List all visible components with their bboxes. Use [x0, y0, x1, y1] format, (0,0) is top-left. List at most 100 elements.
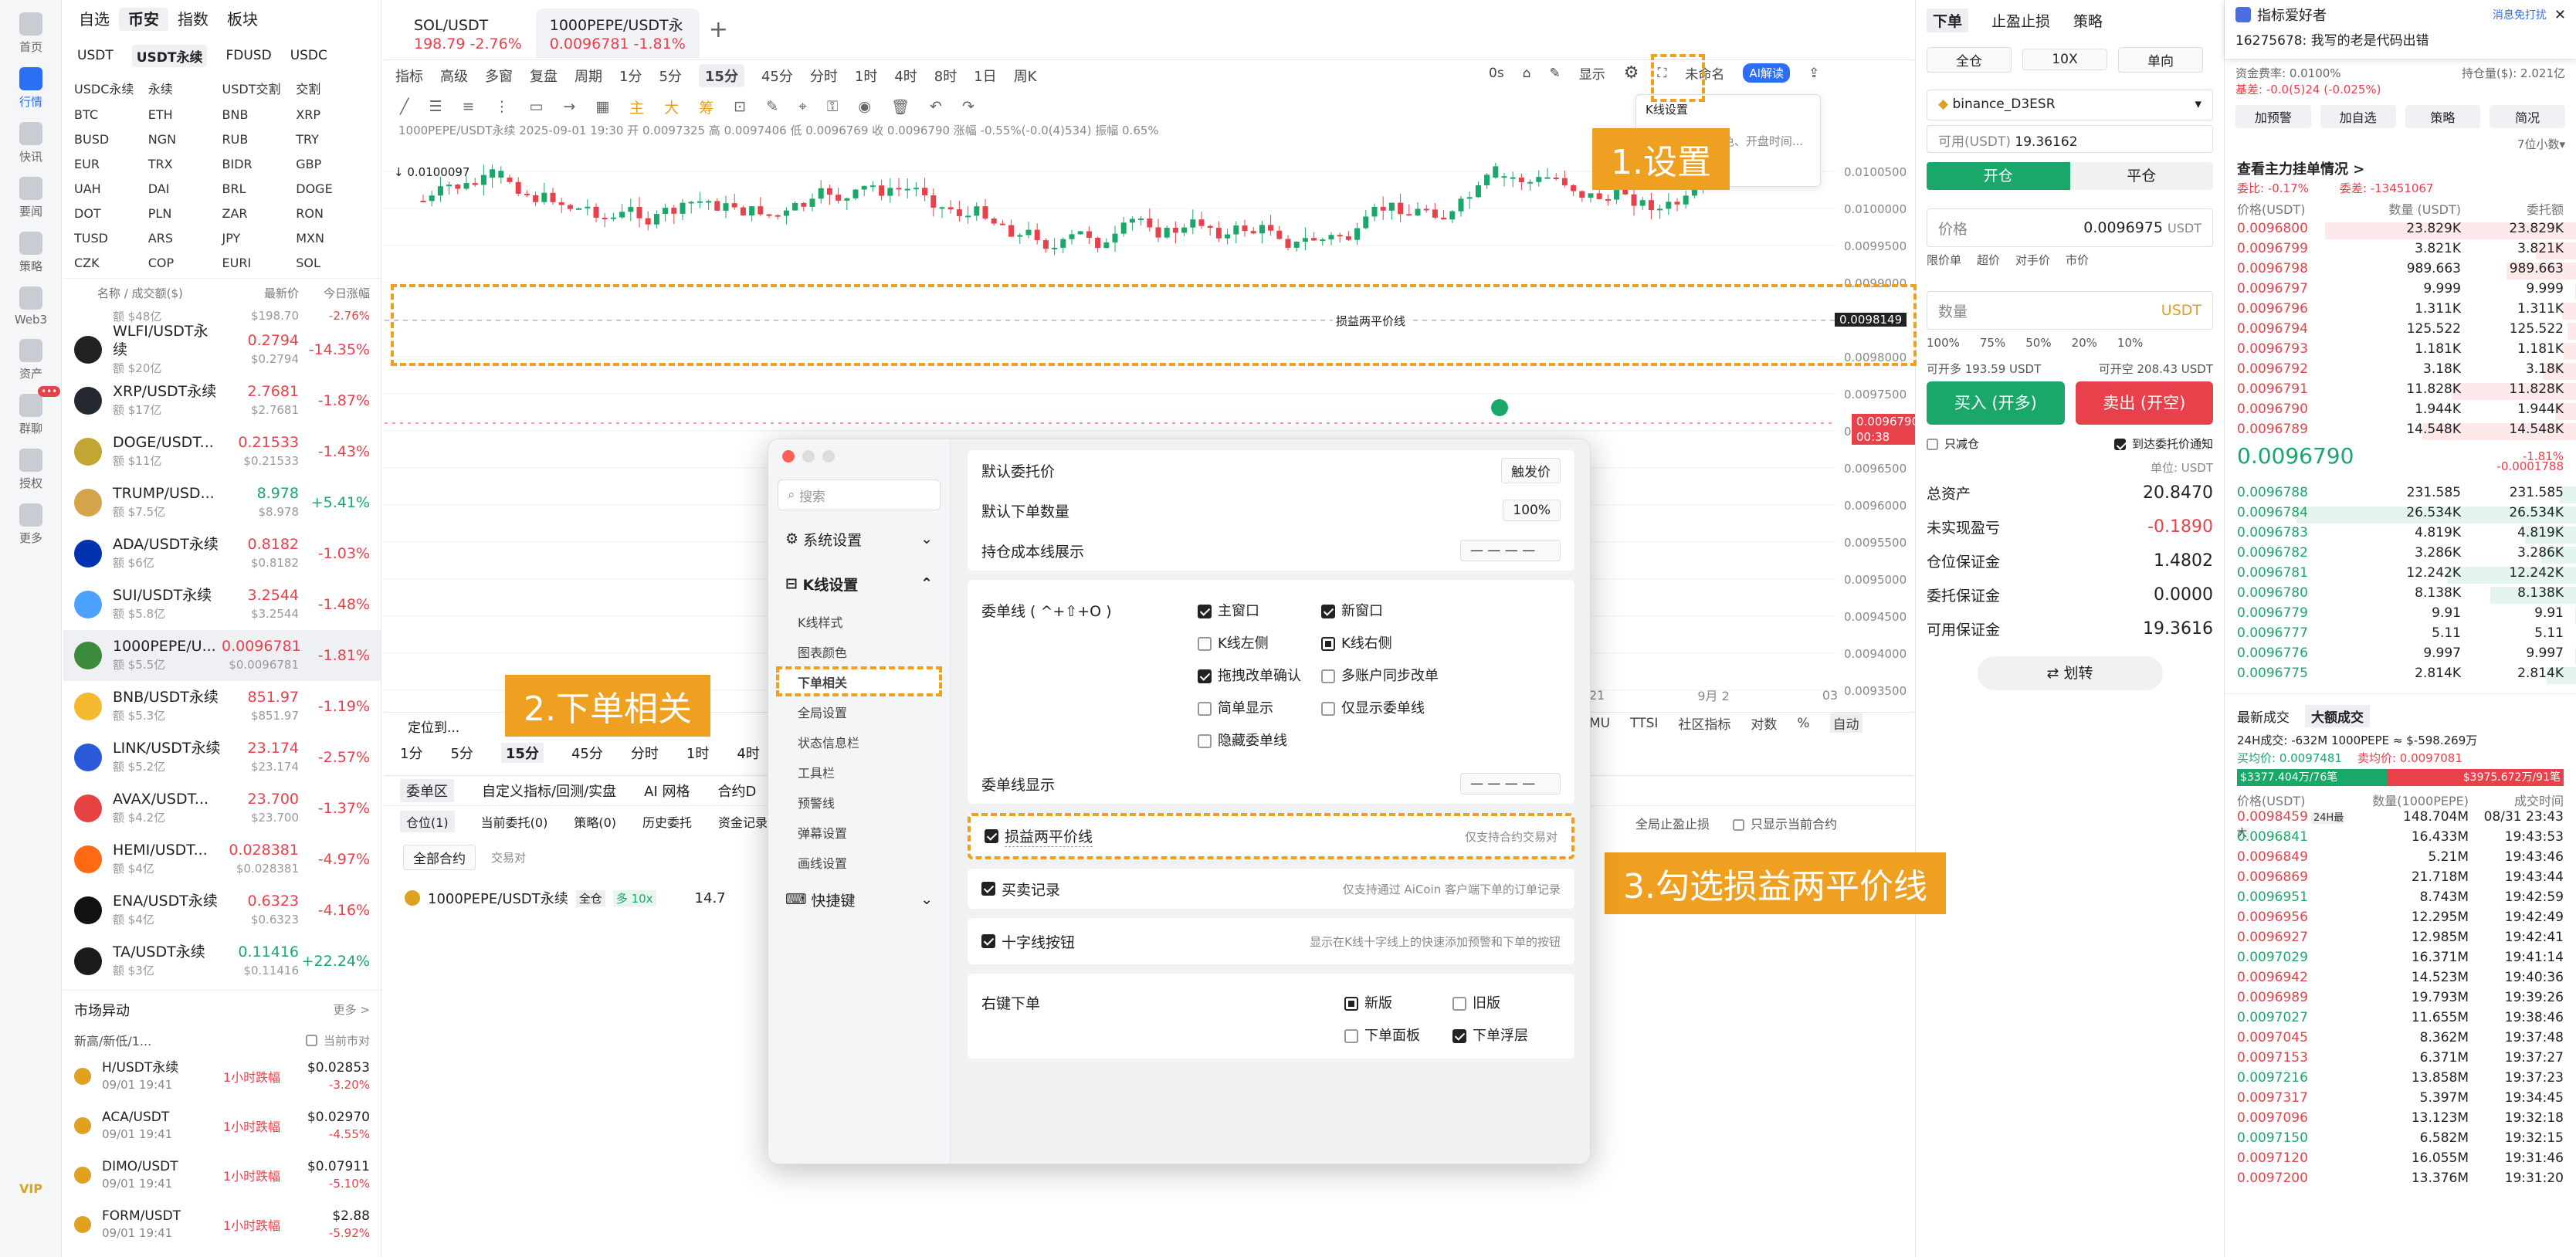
account-select[interactable]: ◆ binance_D3ESR ▾: [1927, 90, 2213, 120]
right-order-checkbox[interactable]: [1344, 997, 1358, 1011]
trash-icon[interactable]: 🗑: [891, 98, 910, 116]
coin-row[interactable]: 1000PEPE/U... 额 $5.5亿 0.0096781 $0.0096781 -…: [63, 630, 381, 681]
ob-row[interactable]: 0.0096789 14.548K 14.548K: [2225, 422, 2576, 442]
ob-row[interactable]: 0.0096776 9.997 9.997: [2225, 645, 2576, 666]
entrust-opt-2[interactable]: K线左侧: [1198, 632, 1321, 652]
quote-12[interactable]: EUR: [74, 157, 148, 171]
toolbar-item-4[interactable]: 周期: [575, 66, 602, 86]
submenu-4[interactable]: 状态信息栏: [768, 727, 950, 757]
quote-7[interactable]: XRP: [296, 107, 370, 122]
submenu-8[interactable]: 画线设置: [768, 847, 950, 877]
toolbar-item-12[interactable]: 8时: [934, 66, 957, 86]
settings-search[interactable]: ⌕ 搜索: [778, 479, 941, 510]
market-subtab-1[interactable]: USDT永续: [131, 44, 208, 67]
quote-5[interactable]: ETH: [148, 107, 222, 122]
leverage-select[interactable]: 10X: [2022, 49, 2107, 70]
hline-tool-icon[interactable]: ☰: [429, 98, 442, 115]
quote-10[interactable]: RUB: [222, 132, 297, 147]
coin-row[interactable]: ADA/USDT永续额 $6亿 0.8182 $0.8182 -1.03%: [63, 528, 381, 579]
pct-2[interactable]: 50%: [2025, 336, 2051, 350]
entrust-opt-4[interactable]: 拖拽改单确认: [1198, 665, 1321, 685]
line-tool-icon[interactable]: ╱: [400, 98, 408, 115]
pen-icon[interactable]: ✎: [766, 98, 778, 115]
cost-line-select[interactable]: — — — —: [1460, 540, 1561, 561]
entrust-opt-7[interactable]: 仅显示委单线: [1321, 697, 1445, 717]
menu-kline[interactable]: ⊟ K线设置 ⌃: [768, 561, 950, 606]
position-row[interactable]: 1000PEPE/USDT永续 全仓 多 10x 14.7: [405, 888, 726, 908]
ob-row[interactable]: 0.0096781 12.242K 12.242K: [2225, 565, 2576, 585]
toolbar-item-8[interactable]: 45分: [761, 66, 793, 86]
ob-row[interactable]: 0.0096799 3.821K 3.821K: [2225, 241, 2576, 261]
quote-30[interactable]: EURI: [222, 256, 297, 270]
ob-btn-0[interactable]: 加预警: [2235, 105, 2311, 128]
ob-row[interactable]: 0.0096784 26.534K 26.534K: [2225, 505, 2576, 525]
quote-24[interactable]: TUSD: [74, 231, 148, 246]
ob-row[interactable]: 0.0096798 989.663 989.663: [2225, 261, 2576, 281]
rail-item-9[interactable]: 更多: [0, 503, 62, 546]
bottom-period-0[interactable]: 1分: [400, 743, 422, 763]
toolbar-item-11[interactable]: 4时: [894, 66, 917, 86]
ob-row[interactable]: 0.0096790 1.944K 1.944K: [2225, 401, 2576, 422]
order-area-tab-0[interactable]: 委单区: [400, 779, 454, 802]
entrust-checkbox[interactable]: [1198, 637, 1212, 651]
right-order-checkbox[interactable]: [1452, 1029, 1466, 1043]
order-type-0[interactable]: 限价单: [1927, 252, 1961, 268]
quote-26[interactable]: JPY: [222, 231, 297, 246]
market-tab-3[interactable]: 板块: [218, 0, 267, 39]
default-qty-select[interactable]: 100%: [1503, 500, 1561, 521]
market-tab-1[interactable]: 币安: [119, 8, 168, 31]
quote-9[interactable]: NGN: [148, 132, 222, 147]
quote-2[interactable]: USDT交割: [222, 79, 297, 97]
rail-item-8[interactable]: 授权: [0, 449, 62, 491]
entrust-checkbox[interactable]: [1321, 669, 1335, 683]
breakeven-checkbox[interactable]: [985, 829, 998, 843]
lock-icon[interactable]: ⚿: [827, 98, 838, 115]
submenu-6[interactable]: 预警线: [768, 787, 950, 817]
mover-row[interactable]: ACA/USDT$0.02985: [63, 1249, 381, 1257]
order-area-tab-3[interactable]: 合约D: [717, 781, 756, 801]
ob-row[interactable]: 0.0096797 9.999 9.999: [2225, 281, 2576, 301]
ob-row[interactable]: 0.0096775 2.814K 2.814K: [2225, 666, 2576, 686]
margin-mode-select[interactable]: 全仓: [1927, 46, 2012, 73]
market-tab-2[interactable]: 指数: [168, 0, 218, 39]
share-icon[interactable]: ⇪: [1808, 66, 1819, 81]
redo-icon[interactable]: ↷: [962, 98, 974, 115]
ob-row[interactable]: 0.0096788 231.585 231.585: [2225, 485, 2576, 505]
bottom-period-4[interactable]: 分时: [631, 743, 659, 763]
toolbar-item-13[interactable]: 1日: [974, 66, 996, 86]
movers-more[interactable]: 更多 >: [334, 1001, 370, 1018]
close-tab[interactable]: 平仓: [2069, 162, 2213, 190]
entrust-opt-6[interactable]: 简单显示: [1198, 697, 1321, 717]
menu-system[interactable]: ⚙ 系统设置 ⌄: [768, 517, 950, 561]
transfer-button[interactable]: ⇄ 划转: [1977, 656, 2163, 690]
opt-trade-record[interactable]: 买卖记录 仅支持通过 AiCoin 客户端下单的订单记录: [981, 869, 1561, 909]
submenu-3[interactable]: 全局设置: [768, 696, 950, 727]
rail-item-2[interactable]: 快讯: [0, 122, 62, 164]
toolbar-item-3[interactable]: 复盘: [530, 66, 558, 86]
settings-gear-icon[interactable]: ⚙: [1624, 63, 1639, 83]
submenu-7[interactable]: 弹幕设置: [768, 817, 950, 847]
arrow-tool-icon[interactable]: →: [563, 98, 575, 115]
default-price-select[interactable]: 触发价: [1501, 457, 1561, 483]
toolbar-item-14[interactable]: 周K: [1014, 66, 1037, 86]
quote-13[interactable]: TRX: [148, 157, 222, 171]
col-name[interactable]: 名称 / 成交额($): [74, 285, 222, 301]
quote-14[interactable]: BIDR: [222, 157, 297, 171]
entrust-checkbox[interactable]: [1321, 637, 1335, 651]
ob-row[interactable]: 0.0096791 11.828K 11.828K: [2225, 381, 2576, 401]
market-subtab-0[interactable]: USDT: [77, 48, 114, 63]
pct-0[interactable]: 100%: [1927, 336, 1960, 350]
order-area-tab-1[interactable]: 自定义指标/回测/实盘: [482, 781, 616, 801]
quote-8[interactable]: BUSD: [74, 132, 148, 147]
submenu-1[interactable]: 图表颜色: [768, 636, 950, 666]
order-tab-1[interactable]: 止盈止损: [1991, 10, 2050, 31]
quote-18[interactable]: BRL: [222, 181, 297, 196]
toolbar-item-5[interactable]: 1分: [619, 66, 642, 86]
ob-row[interactable]: 0.0096796 1.311K 1.311K: [2225, 301, 2576, 321]
trades-tab-1[interactable]: 大额成交: [2305, 705, 2370, 727]
toolbar-item-10[interactable]: 1时: [855, 66, 877, 86]
mover-row[interactable]: FORM/USDT 09/01 19:41 1小时跌幅 $2.88 -5.92%: [63, 1200, 381, 1249]
entrust-checkbox[interactable]: [1198, 669, 1212, 683]
ai-button[interactable]: AI解读: [1743, 63, 1791, 83]
quote-22[interactable]: ZAR: [222, 206, 297, 221]
